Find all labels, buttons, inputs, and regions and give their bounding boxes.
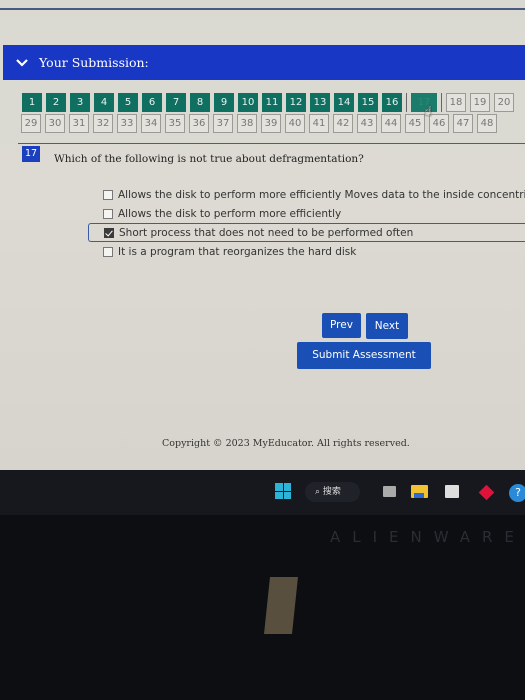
taskbar-search[interactable]: ⌕ 搜索 (305, 482, 360, 502)
browser-screen: Your Submission: 1 2 3 4 5 6 7 8 9 10 11 12 13 14 15 16… (0, 0, 525, 470)
question-nav-button-10[interactable]: 10 (238, 93, 258, 112)
question-nav-button-31[interactable]: 31 (69, 114, 89, 133)
question-nav-button-44[interactable]: 44 (381, 114, 401, 133)
separator (441, 93, 442, 112)
question-nav-button-13[interactable]: 13 (310, 93, 330, 112)
question-nav-button-32[interactable]: 32 (93, 114, 113, 133)
taskbar: ⌕ 搜索 ? (0, 470, 525, 515)
file-explorer-icon[interactable] (411, 485, 428, 498)
divider (18, 143, 525, 144)
question-nav-button-20[interactable]: 20 (494, 93, 514, 112)
question-nav-button-38[interactable]: 38 (237, 114, 257, 133)
checkbox[interactable] (103, 208, 113, 219)
answer-option[interactable]: Short process that does not need to be p… (88, 223, 525, 242)
question-nav-row: 29 30 31 32 33 34 35 36 37 38 39 40 41 42 43 44 45 46 47 48 (21, 114, 525, 133)
task-view-icon[interactable] (383, 486, 396, 497)
taskbar-search-label: 搜索 (322, 487, 341, 497)
checkbox-checked[interactable] (104, 227, 114, 238)
question-nav-button-47[interactable]: 47 (453, 114, 473, 133)
question-nav-button-40[interactable]: 40 (285, 114, 305, 133)
monitor-brand-logo: ALIENWARE (330, 528, 525, 546)
help-icon[interactable]: ? (509, 484, 525, 502)
question-nav-button-42[interactable]: 42 (333, 114, 353, 133)
answer-option-label: Short process that does not need to be p… (119, 226, 414, 239)
question-nav-button-7[interactable]: 7 (166, 93, 186, 112)
question-nav-button-9[interactable]: 9 (214, 93, 234, 112)
answer-option[interactable]: It is a program that reorganizes the har… (88, 242, 525, 261)
question-nav-button-8[interactable]: 8 (190, 93, 210, 112)
question-nav-button-3[interactable]: 3 (70, 93, 90, 112)
question-nav-button-39[interactable]: 39 (261, 114, 281, 133)
submit-assessment-button[interactable]: Submit Assessment (297, 342, 431, 369)
question-nav-button-19[interactable]: 19 (470, 93, 490, 112)
question-nav-button-4[interactable]: 4 (94, 93, 114, 112)
question-nav-button-43[interactable]: 43 (357, 114, 377, 133)
question-nav-button-15[interactable]: 15 (358, 93, 378, 112)
question-nav-row: 1 2 3 4 5 6 7 8 9 10 11 12 13 14 15 16 17 18 19 20 (22, 93, 525, 112)
chevron-down-icon (16, 58, 28, 67)
search-icon: ⌕ (315, 487, 323, 497)
answer-option-label: It is a program that reorganizes the har… (118, 245, 357, 258)
answer-option-label: Allows the disk to perform more efficien… (118, 188, 525, 201)
question-nav-button-45[interactable]: 45 (405, 114, 425, 133)
hand-cursor-icon: ☝ (424, 104, 433, 120)
question-nav-button-1[interactable]: 1 (22, 93, 42, 112)
copyright-text: Copyright © 2023 MyEducator. All rights … (162, 438, 410, 449)
app-diamond-icon[interactable] (478, 484, 495, 501)
question-nav-button-35[interactable]: 35 (165, 114, 185, 133)
question-nav-button-33[interactable]: 33 (117, 114, 137, 133)
question-nav-button-11[interactable]: 11 (262, 93, 282, 112)
answer-option-label: Allows the disk to perform more efficien… (118, 207, 342, 220)
answer-option[interactable]: Allows the disk to perform more efficien… (88, 204, 525, 223)
question-nav-button-18[interactable]: 18 (446, 93, 466, 112)
checkbox[interactable] (103, 246, 113, 257)
question-nav-button-2[interactable]: 2 (46, 93, 66, 112)
next-button[interactable]: Next (366, 313, 408, 339)
question-text: Which of the following is not true about… (54, 153, 364, 165)
question-nav-button-14[interactable]: 14 (334, 93, 354, 112)
checkbox[interactable] (103, 189, 113, 200)
answer-options: Allows the disk to perform more efficien… (88, 185, 525, 261)
question-nav-button-16[interactable]: 16 (382, 93, 402, 112)
question-nav-button-48[interactable]: 48 (477, 114, 497, 133)
question-nav-button-5[interactable]: 5 (118, 93, 138, 112)
question-nav-button-36[interactable]: 36 (189, 114, 209, 133)
question-nav-button-12[interactable]: 12 (286, 93, 306, 112)
your-submission-header[interactable]: Your Submission: (3, 45, 525, 80)
question-nav-button-34[interactable]: 34 (141, 114, 161, 133)
windows-start-icon[interactable] (275, 483, 291, 499)
answer-option[interactable]: Allows the disk to perform more efficien… (88, 185, 525, 204)
question-number-badge: 17 (22, 146, 40, 162)
divider (0, 8, 525, 10)
prev-button[interactable]: Prev (322, 313, 361, 338)
sticker (264, 577, 298, 634)
separator (406, 93, 407, 112)
question-nav-button-6[interactable]: 6 (142, 93, 162, 112)
submission-header-label: Your Submission: (39, 55, 149, 70)
question-nav-button-29[interactable]: 29 (21, 114, 41, 133)
question-navigator: 1 2 3 4 5 6 7 8 9 10 11 12 13 14 15 16 17 18 19 20 29 30 31 32… (21, 93, 525, 135)
question-nav-button-30[interactable]: 30 (45, 114, 65, 133)
question-nav-button-41[interactable]: 41 (309, 114, 329, 133)
question-nav-button-37[interactable]: 37 (213, 114, 233, 133)
store-icon[interactable] (445, 485, 459, 498)
